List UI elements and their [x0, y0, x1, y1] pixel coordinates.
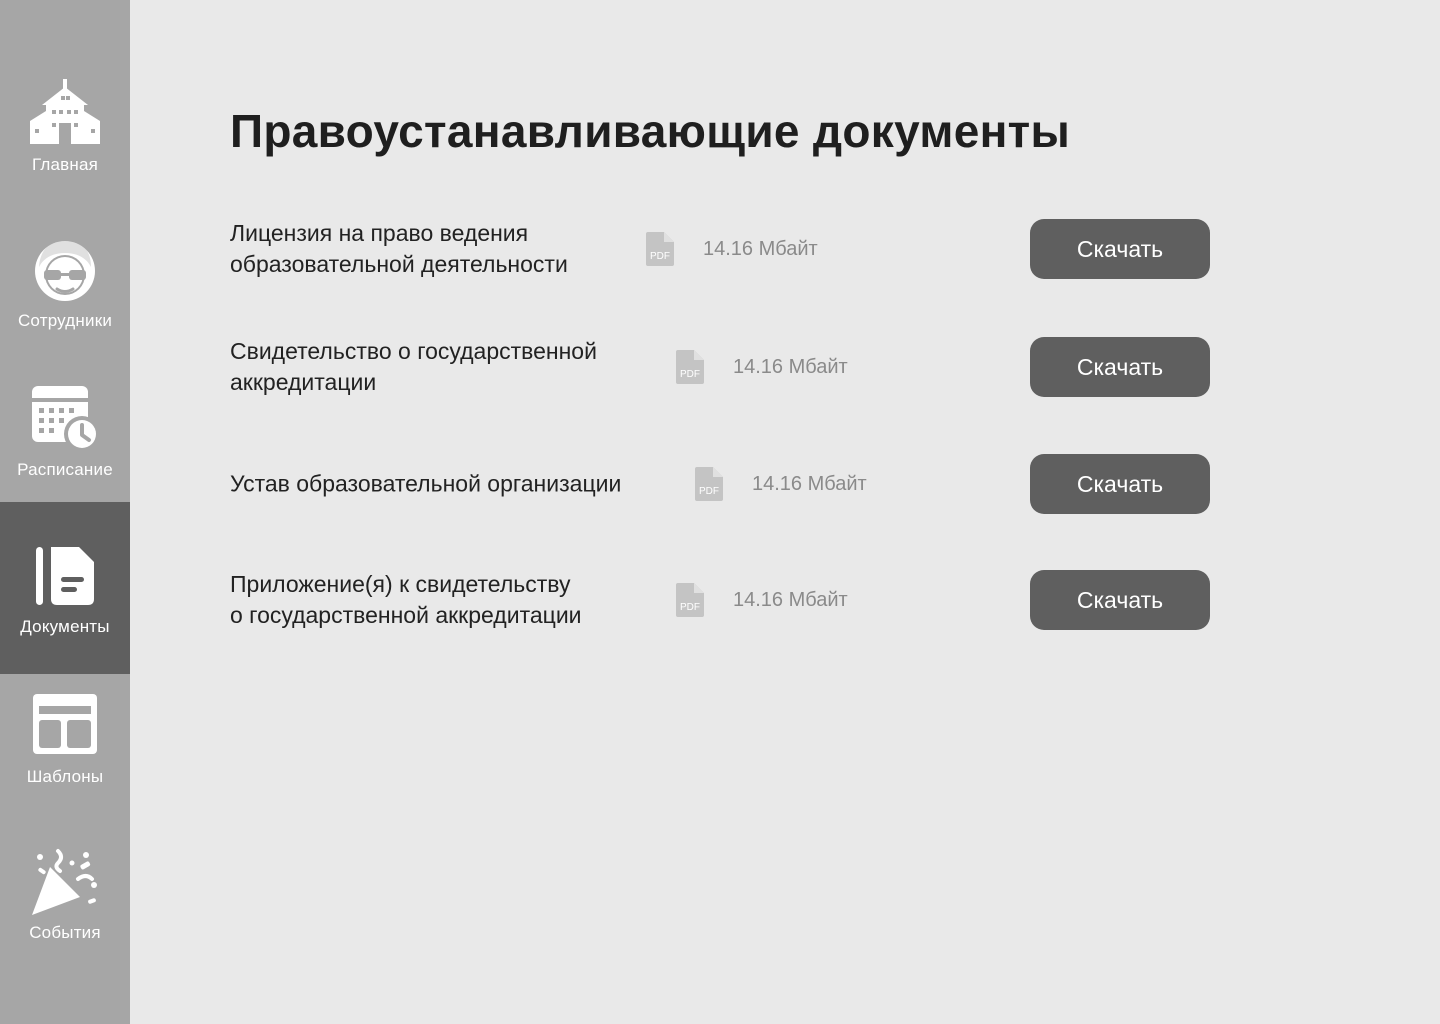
download-button[interactable]: Скачать [1030, 219, 1210, 279]
document-title: Приложение(я) к свидетельству о государс… [230, 571, 582, 628]
sidebar-item-label: События [29, 923, 101, 942]
party-popper-icon [28, 845, 102, 919]
sidebar-item-events[interactable]: События [0, 808, 130, 980]
document-title: Лицензия на право ведения образовательно… [230, 220, 568, 277]
main-content: Правоустанавливающие документы Лицензия … [230, 0, 1310, 1024]
sidebar-item-label: Сотрудники [17, 311, 113, 330]
sidebar-item-label: Документы [20, 617, 110, 636]
document-row: Свидетельство о государственной аккредит… [230, 337, 1210, 397]
sidebar: Главная Сотрудники Расписание Документы … [0, 0, 130, 1024]
download-button[interactable]: Скачать [1030, 454, 1210, 514]
sidebar-item-label: Шаблоны [26, 767, 104, 786]
layout-template-icon [28, 689, 102, 763]
file-size: 14.16 Мбайт [733, 356, 848, 378]
sidebar-item-documents[interactable]: Документы [0, 502, 130, 674]
pdf-file-icon: PDF [646, 232, 674, 266]
svg-text:PDF: PDF [699, 486, 719, 497]
sidebar-item-schedule[interactable]: Расписание [0, 345, 130, 517]
person-glasses-icon [28, 233, 102, 307]
sidebar-item-label: Главная [31, 155, 99, 174]
school-building-icon [28, 77, 102, 151]
pdf-file-icon: PDF [695, 467, 723, 501]
document-row: Устав образовательной организации PDF 14… [230, 454, 1210, 514]
download-button[interactable]: Скачать [1030, 570, 1210, 630]
pdf-file-icon: PDF [676, 583, 704, 617]
file-size: 14.16 Мбайт [752, 473, 867, 495]
calendar-clock-icon [28, 382, 102, 456]
document-row: Приложение(я) к свидетельству о государс… [230, 570, 1210, 630]
document-title: Свидетельство о государственной аккредит… [230, 338, 597, 395]
sidebar-item-label: Расписание [17, 460, 113, 479]
document-icon [28, 539, 102, 613]
document-row: Лицензия на право ведения образовательно… [230, 219, 1210, 279]
sidebar-item-templates[interactable]: Шаблоны [0, 652, 130, 824]
sidebar-item-employees[interactable]: Сотрудники [0, 196, 130, 368]
pdf-file-icon: PDF [676, 350, 704, 384]
svg-text:PDF: PDF [680, 369, 700, 380]
svg-text:PDF: PDF [650, 251, 670, 262]
file-size: 14.16 Мбайт [703, 238, 818, 260]
download-button[interactable]: Скачать [1030, 337, 1210, 397]
svg-text:PDF: PDF [680, 602, 700, 613]
page-title: Правоустанавливающие документы [230, 105, 1071, 157]
file-size: 14.16 Мбайт [733, 589, 848, 611]
sidebar-item-home[interactable]: Главная [0, 40, 130, 212]
document-title: Устав образовательной организации [230, 470, 622, 497]
